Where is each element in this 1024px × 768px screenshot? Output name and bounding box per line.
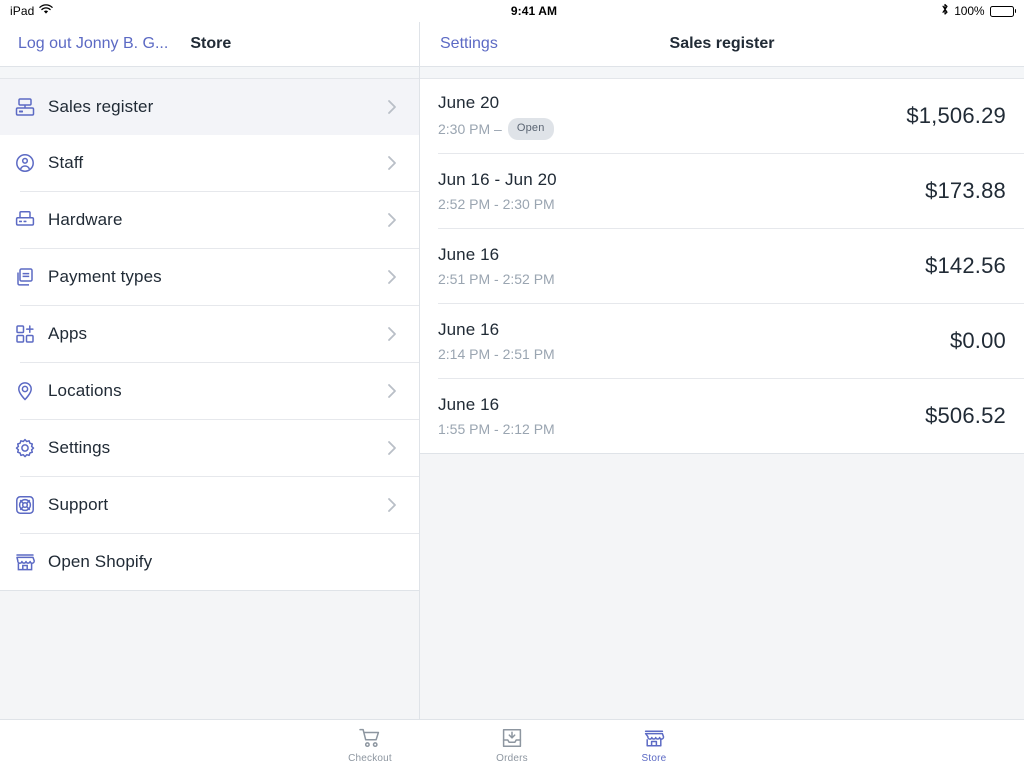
chevron-right-icon: [387, 440, 405, 456]
register-row-time: 1:55 PM - 2:12 PM: [438, 421, 555, 437]
chevron-right-icon: [387, 383, 405, 399]
sidebar-item-open-shopify[interactable]: Open Shopify: [0, 534, 419, 590]
sidebar-item-payment-types[interactable]: Payment types: [0, 249, 419, 305]
chevron-right-icon: [387, 326, 405, 342]
chevron-right-icon: [387, 497, 405, 513]
detail-pane: Settings Sales register June 20 2:30 PM …: [420, 22, 1024, 719]
sidebar-item-support[interactable]: Support: [0, 477, 419, 533]
register-row-date: June 16: [438, 395, 500, 414]
logout-button[interactable]: Log out Jonny B. G...: [18, 35, 168, 53]
chevron-right-icon: [387, 99, 405, 115]
sidebar-item-hardware[interactable]: Hardware: [0, 192, 419, 248]
register-row-time: 2:30 PM –: [438, 121, 502, 137]
sidebar-item-label: Sales register: [48, 97, 154, 116]
table-row[interactable]: June 16 2:51 PM - 2:52 PM $142.56: [420, 229, 1024, 303]
register-row-subtitle: 2:51 PM - 2:52 PM: [438, 270, 909, 288]
status-bar: iPad 9:41 AM 100%: [0, 0, 1024, 22]
detail-empty-area: [420, 454, 1024, 719]
sidebar-item-label: Support: [48, 495, 109, 514]
shopping-cart-icon: [358, 725, 382, 751]
register-row-time: 2:52 PM - 2:30 PM: [438, 196, 555, 212]
sidebar-item-label: Settings: [48, 438, 111, 457]
map-pin-icon: [14, 380, 48, 402]
status-badge: Open: [507, 118, 554, 140]
sidebar-item-staff[interactable]: Staff: [0, 135, 419, 191]
payment-card-icon: [14, 266, 48, 288]
register-row-main: June 20 2:30 PM – Open: [438, 92, 890, 140]
chevron-right-icon: [387, 155, 405, 171]
register-row-subtitle: 2:30 PM – Open: [438, 118, 890, 140]
staff-person-icon: [14, 152, 48, 174]
sidebar-item-sales-register[interactable]: Sales register: [0, 79, 419, 135]
register-row-amount: $173.88: [925, 178, 1006, 203]
sidebar-item-locations[interactable]: Locations: [0, 363, 419, 419]
sidebar-item-settings[interactable]: Settings: [0, 420, 419, 476]
register-row-date: June 20: [438, 93, 500, 112]
tab-label: Checkout: [348, 752, 392, 764]
cash-register-icon: [14, 96, 48, 118]
sidebar-navbar: Log out Jonny B. G... Store: [0, 22, 419, 66]
tab-label: Orders: [496, 752, 528, 764]
inbox-download-icon: [501, 725, 523, 751]
register-row-date: June 16: [438, 320, 500, 339]
register-row-amount: $142.56: [925, 253, 1006, 278]
register-row-time: 2:14 PM - 2:51 PM: [438, 346, 555, 362]
back-button-settings[interactable]: Settings: [440, 35, 498, 53]
sidebar-item-label: Locations: [48, 381, 122, 400]
register-row-main: June 16 1:55 PM - 2:12 PM: [438, 394, 909, 438]
life-ring-icon: [14, 494, 48, 516]
sidebar-item-label: Open Shopify: [48, 552, 153, 571]
chevron-right-icon: [387, 269, 405, 285]
sidebar-menu-list: Sales register Staff Hardware Payment ty…: [0, 79, 419, 590]
register-row-subtitle: 2:14 PM - 2:51 PM: [438, 345, 934, 363]
register-row-date: Jun 16 - Jun 20: [438, 170, 557, 189]
table-row[interactable]: June 16 2:14 PM - 2:51 PM $0.00: [420, 304, 1024, 378]
register-row-amount: $506.52: [925, 403, 1006, 428]
register-row-main: Jun 16 - Jun 20 2:52 PM - 2:30 PM: [438, 169, 909, 213]
sidebar-item-label: Payment types: [48, 267, 162, 286]
detail-navbar: Settings Sales register: [420, 22, 1024, 66]
sales-register-list: June 20 2:30 PM – Open $1,506.29 Jun 16 …: [420, 79, 1024, 453]
main-body: Log out Jonny B. G... Store Sales regist…: [0, 22, 1024, 719]
sidebar-item-label: Apps: [48, 324, 88, 343]
register-row-amount: $0.00: [949, 328, 1006, 353]
tab-bar: Checkout Orders Store: [0, 719, 1024, 768]
printer-icon: [14, 209, 48, 231]
sidebar-item-label: Staff: [48, 153, 84, 172]
tab-store[interactable]: Store: [614, 725, 694, 764]
tab-label: Store: [641, 752, 667, 764]
detail-top-band: [420, 67, 1024, 78]
sidebar-top-band: [0, 67, 419, 78]
register-row-main: June 16 2:51 PM - 2:52 PM: [438, 244, 909, 288]
register-row-subtitle: 1:55 PM - 2:12 PM: [438, 420, 909, 438]
register-row-time: 2:51 PM - 2:52 PM: [438, 271, 555, 287]
status-bar-clock: 9:41 AM: [510, 4, 558, 18]
chevron-right-icon: [387, 212, 405, 228]
table-row[interactable]: Jun 16 - Jun 20 2:52 PM - 2:30 PM $173.8…: [420, 154, 1024, 228]
page-title: Sales register: [669, 35, 775, 52]
table-row[interactable]: June 16 1:55 PM - 2:12 PM $506.52: [420, 379, 1024, 453]
sidebar-item-label: Hardware: [48, 210, 123, 229]
tab-checkout[interactable]: Checkout: [330, 725, 410, 764]
gear-icon: [14, 437, 48, 459]
storefront-icon: [14, 551, 48, 573]
ipad-pos-screen: iPad 9:41 AM 100% Log out Jonny B. G... …: [0, 0, 1024, 768]
sidebar-pane: Log out Jonny B. G... Store Sales regist…: [0, 22, 420, 719]
sidebar-title: Store: [190, 35, 232, 52]
apps-grid-plus-icon: [14, 323, 48, 345]
register-row-amount: $1,506.29: [906, 103, 1006, 128]
register-row-main: June 16 2:14 PM - 2:51 PM: [438, 319, 934, 363]
sidebar-empty-area: [0, 591, 419, 719]
register-row-date: June 16: [438, 245, 500, 264]
storefront-icon: [643, 725, 665, 751]
register-row-subtitle: 2:52 PM - 2:30 PM: [438, 195, 909, 213]
table-row[interactable]: June 20 2:30 PM – Open $1,506.29: [420, 79, 1024, 153]
tab-orders[interactable]: Orders: [472, 725, 552, 764]
sidebar-item-apps[interactable]: Apps: [0, 306, 419, 362]
